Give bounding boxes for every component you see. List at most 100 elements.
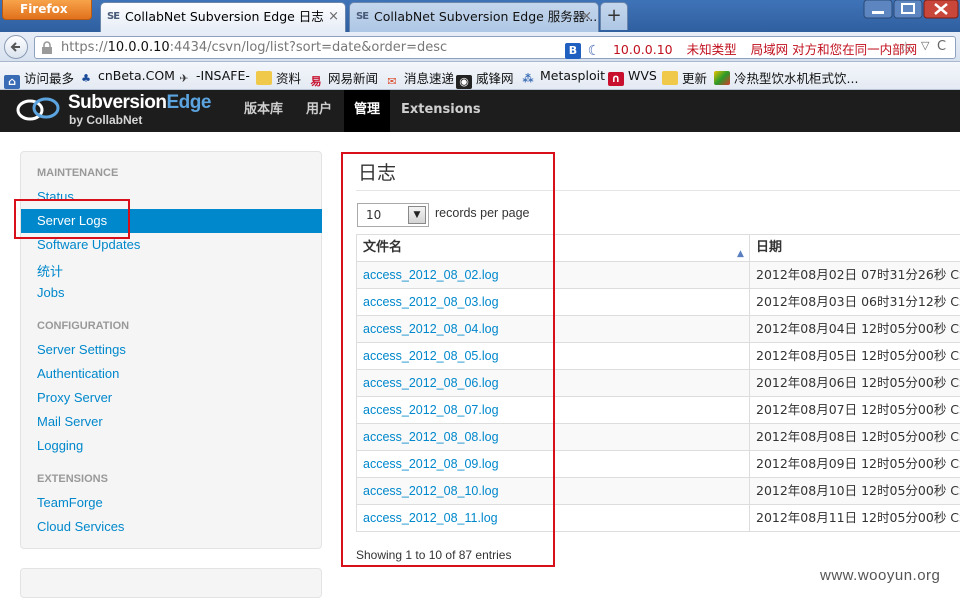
nav-repositories[interactable]: 版本库	[244, 90, 283, 132]
sidebar-heading-extensions: EXTENSIONS	[37, 473, 108, 485]
back-button[interactable]	[4, 35, 28, 59]
bookmark-label: 冷热型饮水机柜式饮...	[734, 71, 859, 86]
moon-extension-icon[interactable]: ☾	[585, 43, 603, 59]
bookmark-item[interactable]: 资料	[256, 68, 301, 87]
log-date-cell: 2012年08月08日 12时05分00秒 CST	[749, 424, 960, 451]
wvs-icon: ∩	[608, 72, 624, 86]
bookmark-label: 网易新闻	[328, 71, 379, 86]
url-dropdown-icon[interactable]: ▽	[921, 39, 929, 52]
sidebar-item-statistics[interactable]: 统计	[37, 261, 63, 280]
bookmark-item[interactable]: ✈ -INSAFE-	[176, 68, 250, 86]
folder-icon	[662, 71, 678, 85]
ext-type-text: 未知类型	[686, 42, 737, 57]
sidebar-item-cloud-services[interactable]: Cloud Services	[37, 519, 124, 534]
ext-ip-text: 10.0.0.10	[612, 42, 673, 57]
bookmark-star-icon[interactable]: ☆	[899, 38, 912, 56]
bookmark-item[interactable]: ✉ 消息速递	[384, 68, 454, 89]
watermark: www.wooyun.org	[820, 567, 941, 584]
bookmark-label: 消息速递	[404, 71, 455, 86]
log-date-cell: 2012年08月09日 12时05分00秒 CST	[749, 451, 960, 478]
column-header-label: 日期	[756, 240, 783, 255]
bookmark-item[interactable]: ⁂ Metasploit	[520, 68, 605, 86]
new-tab-button[interactable]: +	[600, 2, 628, 30]
ext-lan-text: 局域网 对方和您在同一内部网	[750, 42, 918, 57]
bookmark-item[interactable]: 易网易新闻	[308, 68, 379, 89]
sidebar-item-jobs[interactable]: Jobs	[37, 285, 64, 300]
browser-navbar: https://10.0.0.10:4434/csvn/log/list?sor…	[0, 32, 960, 62]
bookmark-label: 访问最多	[24, 71, 75, 86]
url-text[interactable]: https://10.0.0.10:4434/csvn/log/list?sor…	[61, 40, 447, 55]
bookmark-item[interactable]: 更新	[662, 68, 707, 87]
bookmark-item[interactable]: 冷热型饮水机柜式饮...	[714, 68, 858, 87]
log-date-cell: 2012年08月04日 12时05分00秒 CST	[749, 316, 960, 343]
svn-edge-favicon-icon: SE	[107, 11, 120, 22]
window-controls	[860, 0, 960, 20]
sidebar-secondary-panel	[20, 568, 322, 598]
bookmark-item[interactable]: ♣ cnBeta.COM	[78, 68, 175, 86]
sidebar-item-proxy-server[interactable]: Proxy Server	[37, 390, 112, 405]
taobao-icon	[714, 71, 730, 85]
reload-icon[interactable]: C	[937, 39, 946, 54]
log-date-cell: 2012年08月05日 12时05分00秒 CST	[749, 343, 960, 370]
tab-svn-edge-log[interactable]: SE CollabNet Subversion Edge 日志 ×	[100, 2, 346, 32]
log-date-cell: 2012年08月06日 12时05分00秒 CST	[749, 370, 960, 397]
subversion-edge-logo-icon[interactable]	[14, 94, 62, 124]
tab-svn-edge-server[interactable]: SE CollabNet Subversion Edge 服务器... ×	[349, 2, 599, 32]
annotation-box-log-list	[341, 152, 555, 567]
bookmark-label: WVS	[628, 68, 657, 83]
tab-label: CollabNet Subversion Edge 服务器...	[374, 9, 598, 24]
sidebar-heading-maintenance: MAINTENANCE	[37, 167, 119, 179]
b-extension-icon[interactable]: B	[565, 42, 581, 59]
cnbeta-icon: ♣	[81, 72, 91, 85]
bookmark-label: 资料	[276, 71, 302, 86]
app-header: SubversionEdge by CollabNet 版本库 用户 管理 Ex…	[0, 90, 960, 132]
bookmark-label: Metasploit	[540, 68, 605, 83]
firefox-menu-button[interactable]: Firefox	[2, 0, 92, 20]
sidebar-item-software-updates[interactable]: Software Updates	[37, 237, 140, 252]
bookmark-label: -INSAFE-	[196, 68, 250, 83]
close-icon[interactable]: ×	[581, 3, 592, 31]
nav-extensions[interactable]: Extensions	[401, 90, 481, 132]
netease-icon: 易	[310, 75, 322, 88]
url-path: :4434/csvn/log/list?sort=date&order=desc	[169, 40, 448, 55]
url-protocol: https://	[61, 40, 108, 55]
log-date-cell: 2012年08月10日 12时05分00秒 CST	[749, 478, 960, 505]
bookmark-item[interactable]: ◉ 威锋网	[456, 68, 514, 89]
folder-icon	[256, 71, 272, 85]
bookmark-label: 威锋网	[476, 71, 514, 86]
message-icon: ✉	[387, 75, 397, 88]
insafe-icon: ✈	[179, 72, 189, 85]
sidebar-item-authentication[interactable]: Authentication	[37, 366, 119, 381]
nav-users[interactable]: 用户	[306, 90, 332, 132]
bookmark-label: cnBeta.COM	[98, 68, 175, 83]
log-date-cell: 2012年08月11日 12时05分00秒 CST	[749, 505, 960, 532]
bookmark-label: 更新	[682, 71, 708, 86]
log-date-cell: 2012年08月03日 06时31分12秒 CST	[749, 289, 960, 316]
lock-icon	[41, 41, 53, 57]
logo-accent-text: Edge	[166, 92, 211, 113]
sidebar-heading-configuration: CONFIGURATION	[37, 320, 130, 332]
bookmarks-toolbar: ⌂ 访问最多 ♣ cnBeta.COM ✈ -INSAFE- 资料 易网易新闻 ✉ 消息…	[0, 62, 960, 90]
url-host: 10.0.0.10	[107, 40, 170, 55]
close-icon[interactable]: ×	[328, 3, 339, 31]
url-bar[interactable]: https://10.0.0.10:4434/csvn/log/list?sor…	[34, 36, 956, 59]
bookmark-item[interactable]: ∩ WVS	[608, 68, 657, 86]
logo-title[interactable]: SubversionEdge	[68, 92, 211, 114]
sidebar-item-mail-server[interactable]: Mail Server	[37, 414, 103, 429]
annotation-box-server-logs	[14, 199, 130, 239]
back-arrow-icon	[10, 42, 20, 52]
logo-byline: by CollabNet	[69, 113, 143, 127]
tab-label: CollabNet Subversion Edge 日志	[125, 9, 324, 24]
sidebar-item-teamforge[interactable]: TeamForge	[37, 495, 103, 510]
log-date-cell: 2012年08月07日 12时05分00秒 CST	[749, 397, 960, 424]
column-header-date[interactable]: 日期	[749, 234, 960, 262]
url-extension-info: B ☾ 10.0.0.10 未知类型 局域网 对方和您在同一内部网	[565, 39, 917, 59]
log-date-cell: 2012年08月02日 07时31分26秒 CST	[749, 262, 960, 289]
svn-edge-favicon-icon: SE	[356, 11, 369, 22]
sidebar-item-logging[interactable]: Logging	[37, 438, 83, 453]
metasploit-icon: ⁂	[522, 72, 534, 85]
bookmark-item[interactable]: ⌂ 访问最多	[4, 68, 74, 89]
weiphone-icon: ◉	[456, 75, 472, 89]
nav-admin[interactable]: 管理	[344, 90, 390, 132]
sidebar-item-server-settings[interactable]: Server Settings	[37, 342, 126, 357]
